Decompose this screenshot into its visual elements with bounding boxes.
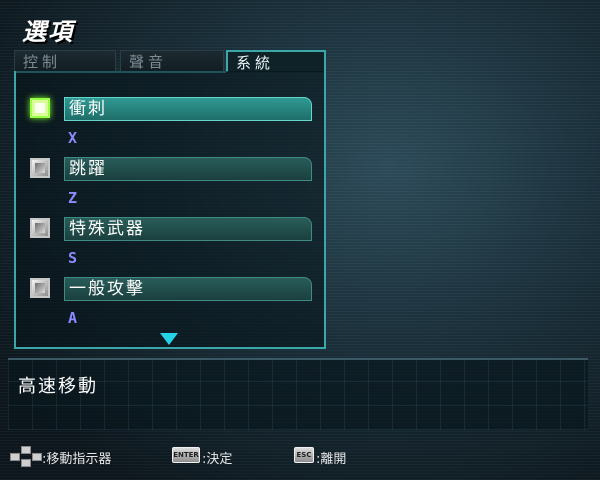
option-row-normal-attack[interactable]: 一般攻擊 (30, 277, 312, 301)
button-icon (30, 158, 50, 178)
option-row-special-weapon[interactable]: 特殊武器 (30, 217, 312, 241)
option-label-normal-attack: 一般攻擊 (64, 277, 312, 301)
enter-key-icon: ENTER (172, 447, 200, 463)
button-icon (30, 278, 50, 298)
option-row-dash[interactable]: 衝刺 (30, 97, 312, 121)
key-binding-special-weapon: S (68, 249, 78, 267)
option-label-dash: 衝刺 (64, 97, 312, 121)
footer-exit-label: :離開 (316, 452, 347, 467)
option-label-jump: 跳躍 (64, 157, 312, 181)
option-row-jump[interactable]: 跳躍 (30, 157, 312, 181)
button-icon (30, 218, 50, 238)
dpad-icon (10, 446, 42, 467)
footer-confirm-label: :決定 (202, 452, 233, 467)
tab-system[interactable]: 系統 (226, 50, 326, 72)
option-label-special-weapon: 特殊武器 (64, 217, 312, 241)
esc-key-icon: ESC (294, 447, 314, 463)
description-panel: 高速移動 (8, 358, 588, 430)
tab-sound[interactable]: 聲音 (120, 50, 224, 72)
page-title: 選項 (22, 18, 74, 46)
key-binding-normal-attack: A (68, 309, 78, 327)
footer-move-label: :移動指示器 (42, 452, 112, 467)
key-binding-jump: Z (68, 189, 78, 207)
selected-check-icon (30, 98, 50, 118)
description-text: 高速移動 (18, 376, 98, 397)
tab-control[interactable]: 控制 (14, 50, 116, 72)
key-binding-dash: X (68, 129, 78, 147)
scroll-down-arrow-icon[interactable] (160, 333, 178, 345)
